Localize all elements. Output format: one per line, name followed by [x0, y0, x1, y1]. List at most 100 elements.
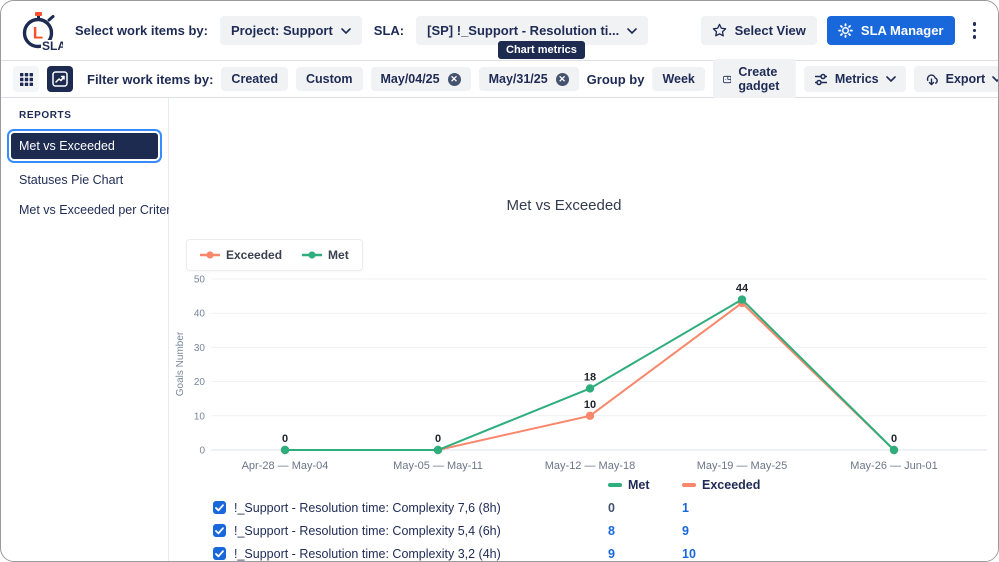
chevron-down-icon — [627, 28, 637, 34]
exceeded-swatch-icon — [682, 483, 696, 487]
create-gadget-label: Create gadget — [738, 65, 785, 93]
group-by-label: Group by — [587, 72, 645, 87]
create-gadget-button[interactable]: Create gadget — [713, 59, 796, 99]
met-column-header: Met — [608, 478, 682, 492]
data-label: 10 — [584, 399, 596, 411]
chevron-down-icon — [341, 28, 351, 34]
met-column-label: Met — [628, 478, 650, 492]
exceeded-value[interactable]: 9 — [682, 524, 998, 538]
row-checkbox[interactable] — [213, 524, 226, 537]
x-tick-label: May-26 — Jun-01 — [850, 460, 937, 472]
sla-row-label: !_Support - Resolution time: Complexity … — [234, 524, 501, 538]
stopwatch-icon: L SLA — [15, 7, 63, 55]
metrics-button[interactable]: Metrics — [804, 66, 906, 92]
sla-manager-button[interactable]: SLA Manager — [827, 16, 955, 45]
sidebar-item-statuses-pie-chart[interactable]: Statuses Pie Chart — [1, 165, 168, 195]
y-tick-label: 40 — [194, 309, 206, 320]
reports-sidebar: REPORTS Met vs Exceeded Statuses Pie Char… — [1, 98, 169, 562]
exceeded-column-label: Exceeded — [702, 478, 760, 492]
exceeded-value[interactable]: 10 — [682, 547, 998, 561]
chevron-down-icon — [992, 76, 999, 82]
x-tick-label: Apr-28 — May-04 — [242, 460, 329, 472]
sla-manager-label: SLA Manager — [861, 23, 944, 38]
row-checkbox[interactable] — [213, 547, 226, 560]
met-swatch-icon — [608, 483, 622, 487]
sla-table: Met Exceeded !_Support - Resolution time… — [169, 474, 998, 562]
export-label: Export — [946, 72, 986, 86]
table-row: !_Support - Resolution time: Complexity … — [169, 496, 998, 519]
row-checkbox[interactable] — [213, 501, 226, 514]
filter-work-items-label: Filter work items by: — [87, 72, 213, 87]
select-view-label: Select View — [735, 23, 806, 38]
grid-icon — [19, 72, 34, 87]
data-label: 44 — [736, 283, 749, 295]
clear-date-from-icon[interactable]: ✕ — [448, 73, 461, 86]
chart-panel: Met vs Exceeded Exceeded Met 01020304050… — [169, 98, 998, 562]
more-options-kebab-icon[interactable] — [965, 16, 985, 45]
y-tick-label: 20 — [194, 377, 206, 388]
data-point-met[interactable] — [434, 446, 442, 454]
data-point-exceeded[interactable] — [586, 412, 594, 420]
chevron-down-icon — [886, 76, 896, 82]
line-chart: 0 10 20 30 40 50 Goals Number Apr-28 — May-04 Ma… — [169, 228, 998, 478]
app-window: L SLA Select work items by: Project: Sup… — [0, 0, 999, 562]
export-download-icon — [924, 72, 939, 86]
data-label: 0 — [282, 433, 288, 445]
select-work-items-label: Select work items by: — [75, 23, 208, 38]
table-row: !_Support - Resolution time: Complexity … — [169, 542, 998, 562]
table-view-toggle[interactable] — [13, 66, 39, 92]
chart-title: Met vs Exceeded — [169, 197, 959, 214]
y-tick-label: 10 — [194, 411, 206, 422]
met-value[interactable]: 8 — [608, 524, 682, 538]
table-row: !_Support - Resolution time: Complexity … — [169, 519, 998, 542]
data-point-met[interactable] — [890, 446, 898, 454]
sliders-icon — [814, 73, 828, 86]
line-chart-icon — [52, 71, 68, 87]
logo-text: SLA — [42, 39, 63, 53]
reports-heading: REPORTS — [19, 110, 168, 121]
data-point-met[interactable] — [738, 295, 746, 303]
gadget-icon — [723, 73, 732, 86]
clear-date-to-icon[interactable]: ✕ — [556, 73, 569, 86]
data-label: 0 — [435, 433, 441, 445]
table-header-row: Met Exceeded — [169, 474, 998, 496]
data-point-met[interactable] — [281, 446, 289, 454]
select-view-button[interactable]: Select View — [701, 16, 817, 45]
date-to-value: May/31/25 — [489, 72, 548, 86]
x-tick-label: May-12 — May-18 — [545, 460, 635, 472]
sla-logo: L SLA — [15, 7, 63, 55]
y-tick-label: 50 — [194, 275, 206, 286]
y-tick-label: 30 — [194, 343, 206, 354]
data-point-met[interactable] — [586, 384, 594, 392]
sla-label: SLA: — [374, 23, 404, 38]
custom-filter-chip[interactable]: Custom — [296, 67, 363, 91]
sidebar-item-met-vs-exceeded-per-criteria[interactable]: Met vs Exceeded per Criteria — [1, 195, 168, 225]
sla-dropdown-value: [SP] !_Support - Resolution ti... — [427, 23, 619, 38]
date-from-chip[interactable]: May/04/25 ✕ — [371, 67, 471, 91]
y-axis-label: Goals Number — [175, 331, 186, 396]
export-button[interactable]: Export — [914, 66, 999, 92]
sidebar-item-met-vs-exceeded[interactable]: Met vs Exceeded — [11, 133, 158, 159]
x-tick-label: May-05 — May-11 — [393, 460, 483, 472]
exceeded-value[interactable]: 1 — [682, 501, 998, 515]
data-label: 18 — [584, 371, 596, 383]
project-dropdown-value: Project: Support — [231, 23, 333, 38]
chart-metrics-tooltip: Chart metrics — [498, 41, 585, 59]
date-from-value: May/04/25 — [381, 72, 440, 86]
chart-view-toggle[interactable] — [47, 66, 73, 92]
met-value: 0 — [608, 501, 682, 515]
created-filter-chip[interactable]: Created — [221, 67, 288, 91]
y-tick-label: 0 — [199, 446, 205, 457]
metrics-label: Metrics — [835, 72, 879, 86]
met-value[interactable]: 9 — [608, 547, 682, 561]
project-dropdown[interactable]: Project: Support — [220, 16, 362, 45]
date-to-chip[interactable]: May/31/25 ✕ — [479, 67, 579, 91]
x-tick-label: May-19 — May-25 — [697, 460, 787, 472]
star-icon — [712, 23, 727, 38]
data-label: 0 — [891, 433, 897, 445]
sla-row-label: !_Support - Resolution time: Complexity … — [234, 547, 501, 561]
exceeded-column-header: Exceeded — [682, 478, 998, 492]
sla-row-label: !_Support - Resolution time: Complexity … — [234, 501, 501, 515]
group-by-week-chip[interactable]: Week — [652, 67, 704, 91]
gear-icon — [838, 23, 853, 38]
